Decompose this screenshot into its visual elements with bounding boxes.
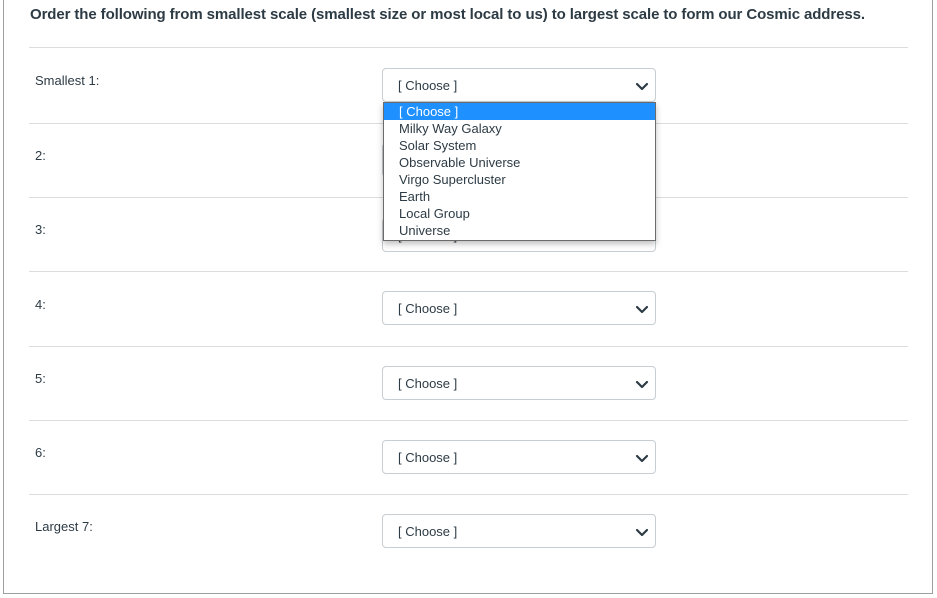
select-value: [ Choose ] [398, 78, 458, 93]
select-value: [ Choose ] [398, 450, 458, 465]
chevron-down-icon [635, 380, 649, 389]
row-label-4: 4: [35, 297, 46, 312]
dropdown-option[interactable]: Solar System [384, 137, 655, 154]
row-label-7: Largest 7: [35, 519, 93, 534]
chevron-down-icon [635, 454, 649, 463]
dropdown-option[interactable]: Earth [384, 188, 655, 205]
answer-select-1[interactable]: [ Choose ] [382, 68, 656, 102]
select-value: [ Choose ] [398, 376, 458, 391]
dropdown-option[interactable]: Universe [384, 222, 655, 239]
select-value: [ Choose ] [398, 524, 458, 539]
row-label-5: 5: [35, 371, 46, 386]
divider [29, 346, 908, 347]
chevron-down-icon [635, 82, 649, 91]
dropdown-list: [ Choose ] Milky Way Galaxy Solar System… [383, 102, 656, 241]
row-label-3: 3: [35, 222, 46, 237]
dropdown-option[interactable]: Observable Universe [384, 154, 655, 171]
dropdown-option[interactable]: [ Choose ] [384, 103, 655, 120]
dropdown-option[interactable]: Local Group [384, 205, 655, 222]
answer-select-6[interactable]: [ Choose ] [382, 440, 656, 474]
answer-select-4[interactable]: [ Choose ] [382, 291, 656, 325]
chevron-down-icon [635, 528, 649, 537]
select-value: [ Choose ] [398, 301, 458, 316]
chevron-down-icon [635, 305, 649, 314]
answer-select-5[interactable]: [ Choose ] [382, 366, 656, 400]
divider [29, 494, 908, 495]
divider [29, 47, 908, 48]
dropdown-option[interactable]: Milky Way Galaxy [384, 120, 655, 137]
row-label-2: 2: [35, 148, 46, 163]
divider [29, 420, 908, 421]
divider [29, 271, 908, 272]
row-label-1: Smallest 1: [35, 73, 100, 88]
dropdown-option[interactable]: Virgo Supercluster [384, 171, 655, 188]
question-text: Order the following from smallest scale … [30, 6, 865, 23]
row-label-6: 6: [35, 445, 46, 460]
answer-select-7[interactable]: [ Choose ] [382, 514, 656, 548]
